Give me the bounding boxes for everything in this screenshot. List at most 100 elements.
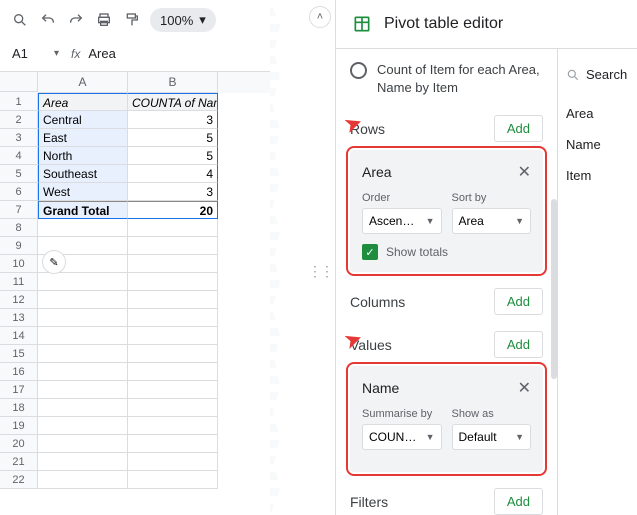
field-item[interactable]: Area (566, 98, 629, 129)
order-dropdown[interactable]: Ascen…▼ (362, 208, 442, 234)
cell[interactable]: North (38, 147, 128, 165)
cell[interactable] (128, 363, 218, 381)
row-header[interactable]: 4 (0, 147, 38, 165)
formula-bar[interactable]: Area (88, 46, 115, 61)
field-item[interactable]: Name (566, 129, 629, 160)
col-header-b[interactable]: B (128, 72, 218, 93)
values-section: ➤ Values Add Name ✕ Summarise by COUN…▼ (350, 331, 543, 472)
cell[interactable] (128, 435, 218, 453)
add-filters-button[interactable]: Add (494, 488, 543, 515)
cell[interactable]: 4 (128, 165, 218, 183)
pivot-editor-panel: Pivot table editor Count of Item for eac… (335, 0, 637, 515)
cell[interactable] (128, 309, 218, 327)
add-rows-button[interactable]: Add (494, 115, 543, 142)
cell[interactable] (128, 237, 218, 255)
suggestion-row[interactable]: Count of Item for each Area, Name by Ite… (350, 61, 543, 97)
row-header[interactable]: 13 (0, 309, 38, 327)
row-header[interactable]: 19 (0, 417, 38, 435)
cell[interactable] (38, 363, 128, 381)
cell[interactable]: East (38, 129, 128, 147)
cell[interactable] (128, 381, 218, 399)
cell[interactable]: 20 (128, 201, 218, 219)
row-header[interactable]: 22 (0, 471, 38, 489)
row-header[interactable]: 21 (0, 453, 38, 471)
row-header[interactable]: 20 (0, 435, 38, 453)
col-header-a[interactable]: A (38, 72, 128, 93)
cell[interactable]: Grand Total (38, 201, 128, 219)
cell[interactable] (128, 471, 218, 489)
sortby-dropdown[interactable]: Area▼ (452, 208, 532, 234)
cell[interactable] (38, 399, 128, 417)
cell[interactable] (38, 309, 128, 327)
cell[interactable] (128, 327, 218, 345)
grid[interactable]: A B 1 Area COUNTA of Name 2Central3 3Eas… (0, 72, 275, 489)
cell[interactable] (38, 417, 128, 435)
cell[interactable] (38, 435, 128, 453)
cell[interactable] (38, 381, 128, 399)
summarise-dropdown[interactable]: COUN…▼ (362, 424, 442, 450)
drag-handle-icon[interactable]: ⋮⋮ (308, 263, 332, 280)
cell[interactable] (38, 453, 128, 471)
row-header[interactable]: 6 (0, 183, 38, 201)
add-values-button[interactable]: Add (494, 331, 543, 358)
redo-icon[interactable] (66, 10, 86, 30)
cell[interactable]: COUNTA of Name (128, 93, 218, 111)
cell[interactable]: 3 (128, 111, 218, 129)
cell[interactable] (38, 345, 128, 363)
cell[interactable] (38, 219, 128, 237)
field-item[interactable]: Item (566, 160, 629, 191)
cell[interactable] (38, 273, 128, 291)
row-header[interactable]: 8 (0, 219, 38, 237)
row-header[interactable]: 2 (0, 111, 38, 129)
cell[interactable] (128, 255, 218, 273)
row-header[interactable]: 7 (0, 201, 38, 219)
cell[interactable] (128, 399, 218, 417)
scrollbar[interactable] (551, 199, 557, 379)
cell[interactable] (128, 453, 218, 471)
radio-icon[interactable] (350, 62, 367, 79)
search-field[interactable]: Search (566, 59, 629, 90)
cell[interactable] (128, 291, 218, 309)
row-header[interactable]: 11 (0, 273, 38, 291)
collapse-panel-button[interactable]: ˄ (309, 6, 331, 28)
cell[interactable] (128, 417, 218, 435)
cell[interactable]: 5 (128, 129, 218, 147)
row-header[interactable]: 15 (0, 345, 38, 363)
cell[interactable]: 3 (128, 183, 218, 201)
cell[interactable] (38, 291, 128, 309)
showas-dropdown[interactable]: Default▼ (452, 424, 532, 450)
print-icon[interactable] (94, 10, 114, 30)
cell[interactable]: Southeast (38, 165, 128, 183)
cell[interactable] (128, 345, 218, 363)
paint-format-icon[interactable] (122, 10, 142, 30)
cell[interactable]: Area (38, 93, 128, 111)
row-header[interactable]: 14 (0, 327, 38, 345)
close-icon[interactable]: ✕ (518, 378, 531, 398)
cell[interactable]: 5 (128, 147, 218, 165)
search-icon[interactable] (10, 10, 30, 30)
show-totals-checkbox[interactable]: ✓ Show totals (362, 244, 531, 260)
row-header[interactable]: 5 (0, 165, 38, 183)
cell[interactable] (128, 219, 218, 237)
undo-icon[interactable] (38, 10, 58, 30)
row-header[interactable]: 18 (0, 399, 38, 417)
row-header[interactable]: 9 (0, 237, 38, 255)
cell[interactable]: West (38, 183, 128, 201)
row-header[interactable]: 16 (0, 363, 38, 381)
cell[interactable] (38, 327, 128, 345)
row-header[interactable]: 12 (0, 291, 38, 309)
add-columns-button[interactable]: Add (494, 288, 543, 315)
close-icon[interactable]: ✕ (518, 162, 531, 182)
section-title: Columns (350, 294, 405, 310)
name-box[interactable]: A1 ▾ (8, 44, 63, 63)
select-all-corner[interactable] (0, 72, 38, 92)
edit-pivot-button[interactable]: ✎ (42, 250, 66, 274)
cell[interactable] (128, 273, 218, 291)
cell[interactable] (38, 471, 128, 489)
row-header[interactable]: 1 (0, 93, 38, 111)
row-header[interactable]: 3 (0, 129, 38, 147)
cell[interactable]: Central (38, 111, 128, 129)
row-header[interactable]: 10 (0, 255, 38, 273)
zoom-dropdown[interactable]: 100% ▾ (150, 8, 216, 32)
row-header[interactable]: 17 (0, 381, 38, 399)
